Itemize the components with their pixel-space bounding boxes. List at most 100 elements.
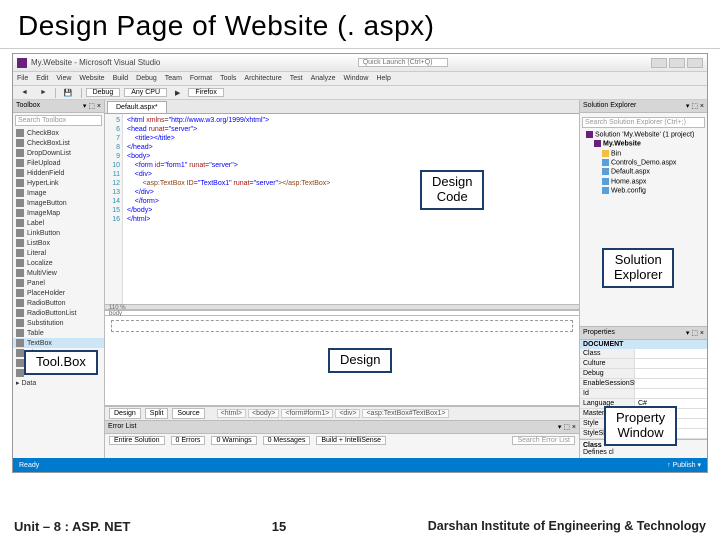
control-icon — [16, 249, 24, 257]
control-icon — [16, 149, 24, 157]
toolbox-group-data[interactable]: ▸ Data — [13, 378, 104, 388]
warnings-count[interactable]: 0 Warnings — [211, 436, 256, 445]
menu-test[interactable]: Test — [290, 75, 303, 82]
toolbox-item-fileupload[interactable]: FileUpload — [13, 158, 104, 168]
error-search-input[interactable]: Search Error List — [512, 436, 575, 445]
publish-button[interactable]: ↑ Publish ▾ — [667, 461, 701, 469]
toolbox-search-input[interactable]: Search Toolbox — [15, 115, 102, 126]
control-icon — [16, 269, 24, 277]
back-button[interactable]: ◄ — [17, 88, 32, 97]
messages-count[interactable]: 0 Messages — [263, 436, 311, 445]
solution-item[interactable]: Home.aspx — [582, 177, 705, 186]
control-icon — [16, 199, 24, 207]
toolbox-item-listbox[interactable]: ListBox — [13, 238, 104, 248]
project-node[interactable]: My.Website — [582, 139, 705, 148]
control-icon — [16, 319, 24, 327]
toolbox-item-imagebutton[interactable]: ImageButton — [13, 198, 104, 208]
split-tab[interactable]: Split — [145, 408, 169, 419]
property-row[interactable]: Class — [580, 349, 707, 359]
slide-title: Design Page of Website (. aspx) — [0, 0, 720, 49]
design-tab[interactable]: Design — [109, 408, 141, 419]
solution-item[interactable]: Bin — [582, 149, 705, 158]
solution-item[interactable]: Default.aspx — [582, 167, 705, 176]
solution-explorer-tree[interactable]: Search Solution Explorer (Ctrl+;) Soluti… — [580, 113, 707, 326]
forward-button[interactable]: ► — [36, 88, 51, 97]
menu-window[interactable]: Window — [344, 75, 369, 82]
errors-count[interactable]: 0 Errors — [171, 436, 206, 445]
toolbox-item-placeholder[interactable]: PlaceHolder — [13, 288, 104, 298]
toolbox-item-checkbox[interactable]: CheckBox — [13, 128, 104, 138]
solution-item[interactable]: Controls_Demo.aspx — [582, 158, 705, 167]
control-icon — [16, 139, 24, 147]
control-icon — [16, 309, 24, 317]
quick-launch-input[interactable] — [358, 58, 448, 67]
menu-help[interactable]: Help — [376, 75, 390, 82]
close-button[interactable] — [687, 58, 703, 68]
minimize-button[interactable] — [651, 58, 667, 68]
toolbox-item-checkboxlist[interactable]: CheckBoxList — [13, 138, 104, 148]
toolbox-item-textbox[interactable]: TextBox — [13, 338, 104, 348]
status-text: Ready — [19, 462, 39, 469]
menu-debug[interactable]: Debug — [136, 75, 157, 82]
platform-dropdown[interactable]: Any CPU — [124, 88, 167, 97]
menu-file[interactable]: File — [17, 75, 28, 82]
toolbox-item-radiobuttonlist[interactable]: RadioButtonList — [13, 308, 104, 318]
main-toolbar: ◄ ► 💾 Debug Any CPU ▶ Firefox — [13, 86, 707, 100]
solution-node[interactable]: Solution 'My.Website' (1 project) — [582, 130, 705, 139]
toolbox-item-localize[interactable]: Localize — [13, 258, 104, 268]
toolbox-item-image[interactable]: Image — [13, 188, 104, 198]
status-bar: Ready ↑ Publish ▾ — [13, 458, 707, 472]
control-icon — [16, 189, 24, 197]
menu-view[interactable]: View — [56, 75, 71, 82]
solution-item[interactable]: Web.config — [582, 186, 705, 195]
property-row[interactable]: Culture — [580, 359, 707, 369]
toolbox-item-hiddenfield[interactable]: HiddenField — [13, 168, 104, 178]
property-row[interactable]: Id — [580, 389, 707, 399]
menu-format[interactable]: Format — [190, 75, 212, 82]
build-filter[interactable]: Build + IntelliSense — [316, 436, 386, 445]
window-title: My.Website - Microsoft Visual Studio — [31, 58, 160, 67]
property-row[interactable]: Debug — [580, 369, 707, 379]
toolbox-item-literal[interactable]: Literal — [13, 248, 104, 258]
menu-edit[interactable]: Edit — [36, 75, 48, 82]
control-icon — [16, 359, 24, 367]
toolbox-item-imagemap[interactable]: ImageMap — [13, 208, 104, 218]
toolbox-item-panel[interactable]: Panel — [13, 278, 104, 288]
menu-tools[interactable]: Tools — [220, 75, 236, 82]
start-button[interactable]: ▶ — [171, 88, 184, 98]
tab-default-aspx[interactable]: Default.aspx* — [107, 101, 167, 113]
vs-titlebar: My.Website - Microsoft Visual Studio — [13, 54, 707, 72]
control-icon — [16, 299, 24, 307]
toolbox-item-table[interactable]: Table — [13, 328, 104, 338]
toolbox-item-hyperlink[interactable]: HyperLink — [13, 178, 104, 188]
source-tab[interactable]: Source — [172, 408, 204, 419]
browser-dropdown[interactable]: Firefox — [188, 88, 223, 97]
callout-property-window: PropertyWindow — [604, 406, 677, 446]
solution-search-input[interactable]: Search Solution Explorer (Ctrl+;) — [582, 117, 705, 128]
menu-analyze[interactable]: Analyze — [311, 75, 336, 82]
toolbox-item-radiobutton[interactable]: RadioButton — [13, 298, 104, 308]
menu-architecture[interactable]: Architecture — [244, 75, 281, 82]
error-list-panel: Error List▾ ⬚ × Entire Solution 0 Errors… — [105, 420, 579, 458]
menu-website[interactable]: Website — [79, 75, 104, 82]
solution-explorer-header: Solution Explorer▾ ⬚ × — [580, 100, 707, 113]
toolbox-item-label[interactable]: Label — [13, 218, 104, 228]
toolbox-item-multiview[interactable]: MultiView — [13, 268, 104, 278]
config-dropdown[interactable]: Debug — [86, 88, 121, 97]
maximize-button[interactable] — [669, 58, 685, 68]
document-tabs: Default.aspx* — [105, 100, 579, 114]
control-icon — [16, 329, 24, 337]
code-editor[interactable]: 5678910111213141516 <html xmlns="http://… — [105, 114, 579, 304]
menu-build[interactable]: Build — [113, 75, 129, 82]
menu-bar: File Edit View Website Build Debug Team Format T… — [13, 72, 707, 86]
error-filter-dropdown[interactable]: Entire Solution — [109, 436, 165, 445]
tag-navigator[interactable]: <html><body><form#form1><div><asp:TextBo… — [217, 409, 450, 418]
toolbox-item-dropdownlist[interactable]: DropDownList — [13, 148, 104, 158]
menu-team[interactable]: Team — [165, 75, 182, 82]
toolbox-item-substitution[interactable]: Substitution — [13, 318, 104, 328]
save-button[interactable]: 💾 — [60, 88, 77, 98]
property-row[interactable]: EnableSessionState — [580, 379, 707, 389]
control-icon — [16, 229, 24, 237]
pin-icon[interactable]: ▾ ⬚ × — [83, 102, 101, 110]
toolbox-item-linkbutton[interactable]: LinkButton — [13, 228, 104, 238]
